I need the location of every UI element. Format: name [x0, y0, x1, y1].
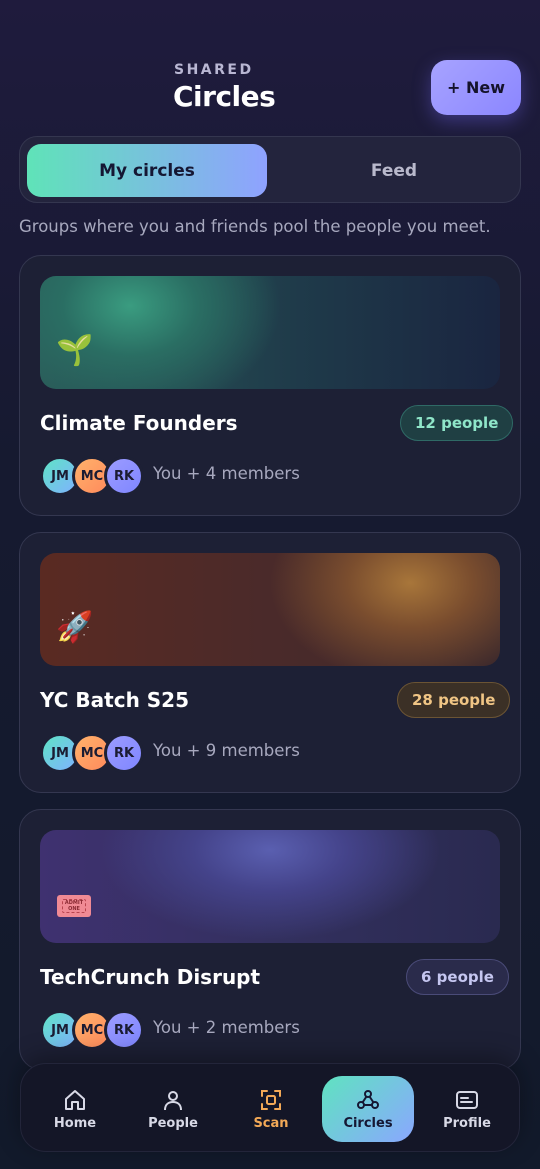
ticket-icon: ADMIT ONE [57, 895, 91, 917]
circle-banner: ADMIT ONE [40, 830, 500, 943]
member-avatars: JM MC RK [40, 733, 150, 773]
member-avatars: JM MC RK [40, 1010, 150, 1050]
header: SHARED Circles + New [0, 0, 540, 130]
tab-circles[interactable]: Circles [322, 1076, 414, 1142]
circle-card-yc-batch[interactable]: 🚀 YC Batch S25 28 people JM MC RK You + … [19, 532, 521, 793]
circle-name: YC Batch S25 [40, 688, 190, 712]
circle-card-techcrunch-disrupt[interactable]: ADMIT ONE TechCrunch Disrupt 6 people JM… [19, 809, 521, 1070]
avatar: RK [104, 733, 144, 773]
tab-label: Home [53, 1115, 97, 1131]
tab-label: People [148, 1115, 198, 1131]
members-summary: You + 9 members [153, 741, 300, 760]
page-title: Circles [173, 80, 276, 113]
circle-card-climate-founders[interactable]: 🌱 Climate Founders 12 people JM MC RK Yo… [19, 255, 521, 516]
page-subtitle: Groups where you and friends pool the pe… [19, 217, 491, 236]
tab-label: Circles [343, 1115, 393, 1131]
tab-feed[interactable]: Feed [274, 144, 514, 197]
avatar: RK [104, 1010, 144, 1050]
seedling-icon: 🌱 [56, 333, 94, 368]
members-summary: You + 4 members [153, 464, 300, 483]
circles-segmented-control: My circles Feed [19, 136, 521, 203]
home-icon [65, 1089, 85, 1110]
profile-card-icon [456, 1090, 478, 1109]
tab-people[interactable]: People [127, 1076, 219, 1142]
members-summary: You + 2 members [153, 1018, 300, 1037]
circle-name: TechCrunch Disrupt [40, 965, 261, 989]
circle-name: Climate Founders [40, 411, 238, 435]
tab-label: Profile [443, 1115, 491, 1131]
tab-scan[interactable]: Scan [225, 1076, 317, 1142]
new-circle-button[interactable]: + New [431, 60, 521, 115]
rocket-icon: 🚀 [56, 610, 94, 645]
person-icon [164, 1090, 182, 1110]
people-count-badge: 6 people [406, 959, 509, 995]
people-count-badge: 28 people [397, 682, 511, 718]
circle-banner: 🌱 [40, 276, 500, 389]
tab-profile[interactable]: Profile [421, 1076, 513, 1142]
circle-banner: 🚀 [40, 553, 500, 666]
people-count-badge: 12 people [400, 405, 514, 441]
scan-icon [261, 1089, 281, 1110]
tab-my-circles[interactable]: My circles [27, 144, 267, 197]
tab-label: Scan [253, 1115, 289, 1131]
tab-home[interactable]: Home [29, 1076, 121, 1142]
member-avatars: JM MC RK [40, 456, 150, 496]
circles-icon [357, 1089, 379, 1109]
avatar: RK [104, 456, 144, 496]
page-eyebrow: SHARED [174, 62, 254, 78]
bottom-tab-bar: Home People Scan Circles Profile [20, 1063, 520, 1152]
